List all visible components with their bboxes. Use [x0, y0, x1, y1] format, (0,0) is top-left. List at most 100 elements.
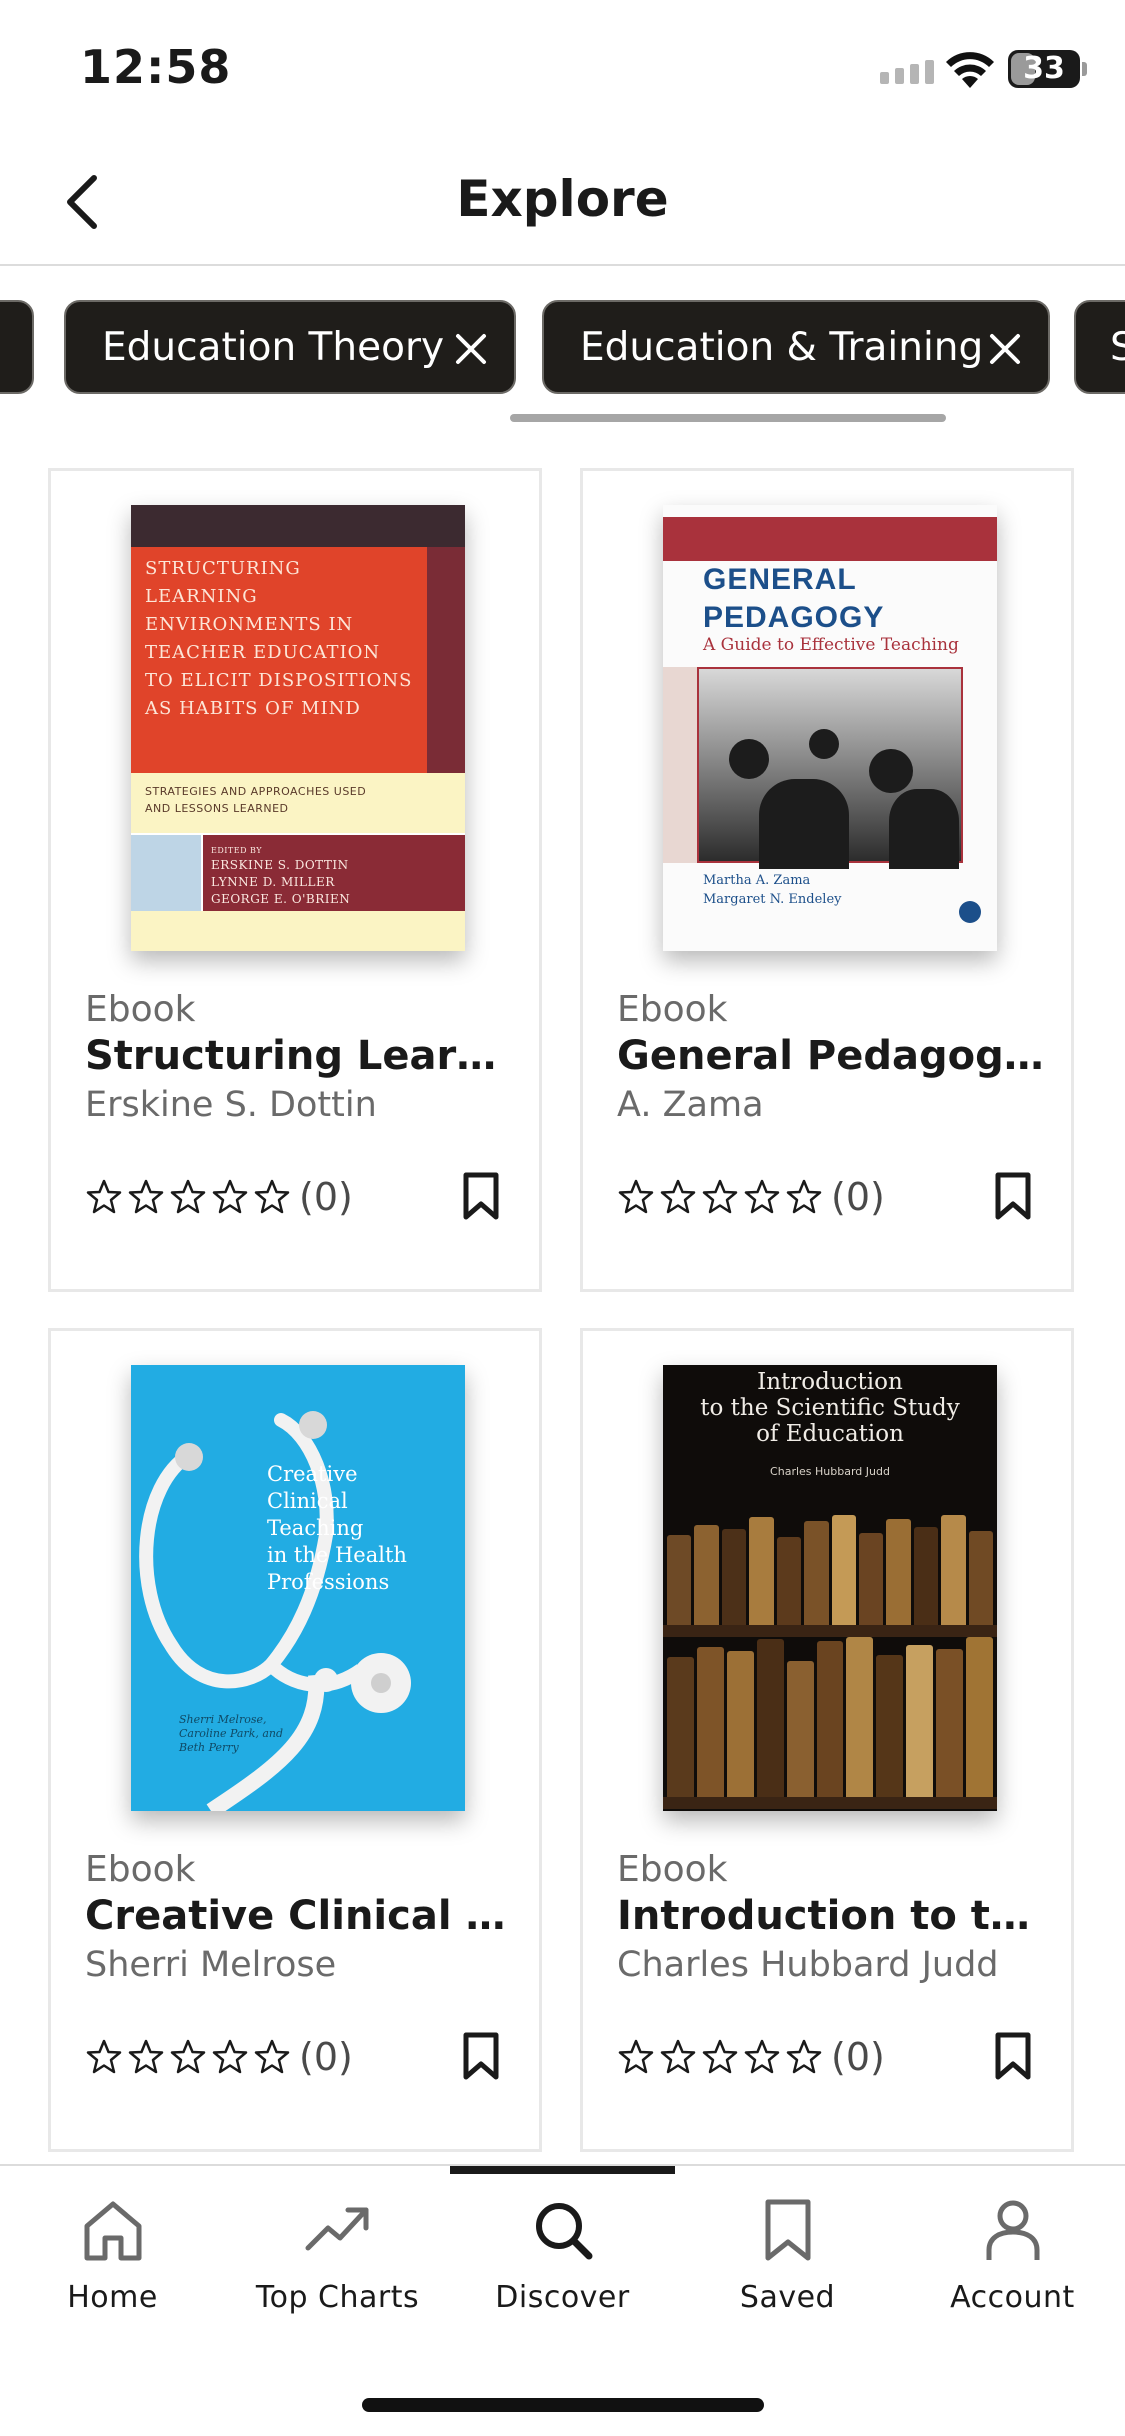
signal-icon	[880, 60, 934, 84]
battery-icon: 33	[1008, 50, 1080, 88]
star-outline-icon	[786, 2039, 822, 2074]
filter-chip-next[interactable]: S	[1074, 300, 1125, 394]
star-outline-icon	[702, 1179, 738, 1214]
cover-title: Introduction to the Scientific Study of …	[700, 1369, 960, 1447]
star-outline-icon	[86, 2039, 122, 2074]
publisher-logo	[959, 901, 981, 923]
tab-account[interactable]: Account	[900, 2188, 1125, 2338]
status-time: 12:58	[80, 40, 232, 94]
book-title[interactable]: Structuring Learning…	[85, 1033, 515, 1079]
cover-title: GENERAL PEDAGOGY	[703, 563, 885, 634]
star-outline-icon	[86, 1179, 122, 1214]
book-author[interactable]: A. Zama	[617, 1085, 1047, 1125]
wifi-icon	[946, 52, 994, 88]
star-outline-icon	[744, 2039, 780, 2074]
book-title[interactable]: General Pedagogy: A…	[617, 1033, 1047, 1079]
tab-bar: Home Top Charts Discover Saved Account	[0, 2164, 1125, 2436]
bookmark-icon[interactable]	[991, 1171, 1035, 1221]
tab-label: Top Charts	[255, 2280, 420, 2315]
bookmark-icon[interactable]	[459, 1171, 503, 1221]
star-outline-icon	[254, 1179, 290, 1214]
tab-label: Saved	[739, 2280, 836, 2315]
bookmark-icon	[765, 2199, 810, 2261]
filter-chip-label: Education Theory	[102, 324, 445, 370]
page-title: Explore	[456, 170, 669, 228]
cover-subtitle: A Guide to Effective Teaching	[703, 635, 959, 655]
star-outline-icon	[786, 1179, 822, 1214]
tab-top-charts[interactable]: Top Charts	[225, 2188, 450, 2338]
book-type: Ebook	[617, 1849, 728, 1890]
star-rating: (0)	[617, 1175, 885, 1219]
filter-chip-row[interactable]: Education Theory Education & Training S	[0, 300, 1125, 396]
book-cover[interactable]: GENERAL PEDAGOGY A Guide to Effective Te…	[663, 505, 997, 951]
tab-discover[interactable]: Discover	[450, 2188, 675, 2338]
bookmark-icon[interactable]	[991, 2031, 1035, 2081]
star-rating: (0)	[85, 2035, 353, 2079]
person-icon	[986, 2200, 1039, 2260]
book-title[interactable]: Introduction to the s…	[617, 1893, 1047, 1939]
bookmark-icon[interactable]	[459, 2031, 503, 2081]
book-card[interactable]: Introduction to the Scientific Study of …	[580, 1328, 1074, 2152]
star-outline-icon	[128, 2039, 164, 2074]
chip-scrollbar[interactable]	[510, 414, 946, 422]
nav-header: Explore	[0, 140, 1125, 266]
filter-chip-education-theory[interactable]: Education Theory	[64, 300, 516, 394]
book-cover[interactable]: Creative Clinical Teaching in the Health…	[131, 1365, 465, 1811]
status-bar: 12:58 33	[0, 0, 1125, 140]
tab-label: Discover	[495, 2280, 630, 2315]
search-icon	[535, 2203, 592, 2260]
book-author[interactable]: Charles Hubbard Judd	[617, 1945, 1047, 1985]
book-type: Ebook	[617, 989, 728, 1030]
filter-chip-label: Education & Training	[580, 324, 984, 370]
tab-home[interactable]: Home	[0, 2188, 225, 2338]
cover-subtitle: STRATEGIES AND APPROACHES USED AND LESSO…	[145, 785, 367, 815]
tab-active-indicator	[450, 2166, 675, 2174]
book-cover[interactable]: Introduction to the Scientific Study of …	[663, 1365, 997, 1811]
star-outline-icon	[212, 2039, 248, 2074]
star-outline-icon	[618, 1179, 654, 1214]
battery-level: 33	[1023, 51, 1065, 86]
rating-count: (0)	[299, 1175, 353, 1219]
cover-authors: Martha A. Zama Margaret N. Endeley	[703, 873, 842, 907]
star-outline-icon	[660, 1179, 696, 1214]
star-outline-icon	[170, 2039, 206, 2074]
star-outline-icon	[702, 2039, 738, 2074]
home-icon	[84, 2201, 141, 2261]
book-type: Ebook	[85, 1849, 196, 1890]
cover-title: Creative Clinical Teaching in the Health…	[267, 1462, 407, 1594]
star-outline-icon	[660, 2039, 696, 2074]
book-author[interactable]: Sherri Melrose	[85, 1945, 515, 1985]
cover-authors: Sherri Melrose, Caroline Park, and Beth …	[179, 1713, 284, 1754]
star-outline-icon	[254, 2039, 290, 2074]
filter-chip-label: S	[1110, 324, 1125, 370]
tab-label: Home	[67, 2280, 158, 2315]
book-type: Ebook	[85, 989, 196, 1030]
cover-title: STRUCTURING LEARNING ENVIRONMENTS IN TEA…	[145, 558, 413, 719]
home-indicator[interactable]	[362, 2398, 764, 2412]
tab-label: Account	[950, 2280, 1075, 2315]
cover-author: Charles Hubbard Judd	[770, 1465, 890, 1478]
trending-up-icon	[305, 2207, 368, 2251]
rating-count: (0)	[831, 1175, 885, 1219]
book-cover[interactable]: STRUCTURING LEARNING ENVIRONMENTS IN TEA…	[131, 505, 465, 951]
close-icon[interactable]	[988, 332, 1022, 366]
book-author[interactable]: Erskine S. Dottin	[85, 1085, 515, 1125]
star-outline-icon	[618, 2039, 654, 2074]
star-rating: (0)	[617, 2035, 885, 2079]
star-outline-icon	[744, 1179, 780, 1214]
book-card[interactable]: STRUCTURING LEARNING ENVIRONMENTS IN TEA…	[48, 468, 542, 1292]
book-title[interactable]: Creative Clinical Tea…	[85, 1893, 515, 1939]
cover-photo	[697, 667, 963, 869]
tab-saved[interactable]: Saved	[675, 2188, 900, 2338]
book-card[interactable]: GENERAL PEDAGOGY A Guide to Effective Te…	[580, 468, 1074, 1292]
filter-chip-previous[interactable]	[0, 300, 34, 394]
battery-nub	[1082, 62, 1087, 76]
filter-chip-education-training[interactable]: Education & Training	[542, 300, 1050, 394]
star-rating: (0)	[85, 1175, 353, 1219]
star-outline-icon	[170, 1179, 206, 1214]
book-card[interactable]: Creative Clinical Teaching in the Health…	[48, 1328, 542, 2152]
cover-editors: EDITED BY ERSKINE S. DOTTIN LYNNE D. MIL…	[211, 846, 351, 906]
star-outline-icon	[212, 1179, 248, 1214]
rating-count: (0)	[831, 2035, 885, 2079]
close-icon[interactable]	[454, 332, 488, 366]
